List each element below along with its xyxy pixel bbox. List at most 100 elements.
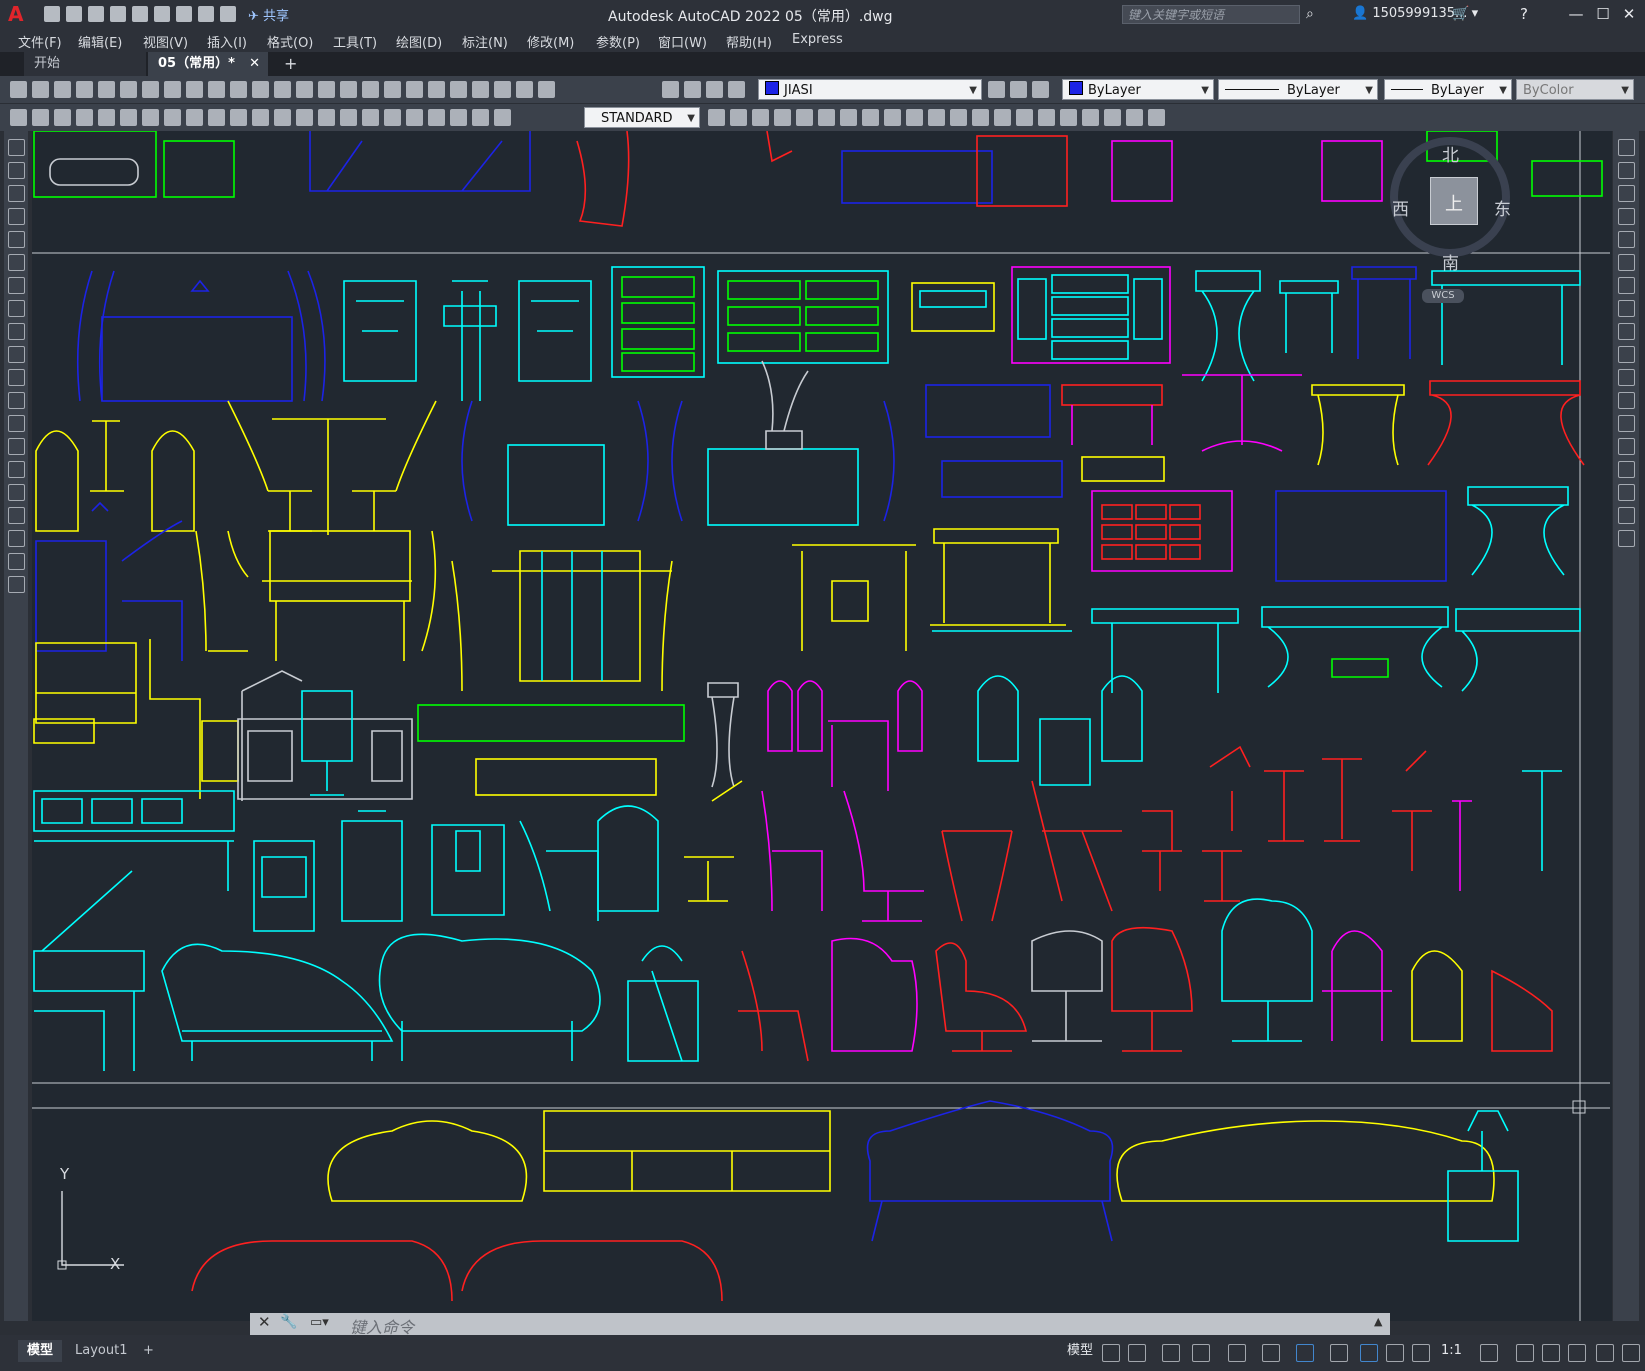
menu-help[interactable]: 帮助(H) bbox=[726, 32, 772, 51]
move-icon[interactable] bbox=[1618, 254, 1635, 271]
layer-previous-icon[interactable] bbox=[1010, 81, 1027, 98]
maximize-button[interactable]: ☐ bbox=[1592, 4, 1614, 24]
circle-icon[interactable] bbox=[8, 277, 25, 294]
bulb-icon[interactable] bbox=[684, 81, 701, 98]
continue-icon[interactable] bbox=[296, 109, 313, 126]
polygon-icon[interactable] bbox=[8, 208, 25, 225]
extend-icon[interactable] bbox=[1618, 369, 1635, 386]
isodraft-icon[interactable] bbox=[1228, 1344, 1246, 1362]
revision-cloud-icon[interactable] bbox=[8, 300, 25, 317]
sheet-set-icon[interactable] bbox=[472, 81, 489, 98]
command-line[interactable]: ✕ 🔧 ▭▾ 键入命令 ▲ bbox=[250, 1313, 1390, 1337]
new-file-icon[interactable] bbox=[44, 6, 60, 22]
menu-express[interactable]: Express bbox=[792, 32, 843, 47]
copy-icon[interactable] bbox=[1618, 162, 1635, 179]
annotation-scale-icon[interactable] bbox=[1412, 1344, 1430, 1362]
linear-dim-icon[interactable] bbox=[76, 109, 93, 126]
menu-view[interactable]: 视图(V) bbox=[143, 32, 188, 51]
zoom-window-icon[interactable] bbox=[362, 81, 379, 98]
plot-icon[interactable] bbox=[176, 6, 192, 22]
osnap-icon[interactable] bbox=[1296, 1344, 1314, 1362]
plus-icon[interactable] bbox=[1516, 1344, 1534, 1362]
ucs-x-icon[interactable] bbox=[928, 109, 945, 126]
inspect-icon[interactable] bbox=[406, 109, 423, 126]
menu-edit[interactable]: 编辑(E) bbox=[78, 32, 122, 51]
undo-icon[interactable] bbox=[274, 81, 291, 98]
open-icon[interactable] bbox=[32, 81, 49, 98]
mirror-icon[interactable] bbox=[1618, 185, 1635, 202]
view-icon[interactable] bbox=[1104, 109, 1121, 126]
ellipse-arc-icon[interactable] bbox=[8, 369, 25, 386]
redo-icon[interactable] bbox=[220, 6, 236, 22]
ucs-y-icon[interactable] bbox=[950, 109, 967, 126]
gradient-icon[interactable] bbox=[8, 484, 25, 501]
cart-icon[interactable]: 🛒 bbox=[1452, 6, 1469, 22]
layer-dropdown[interactable]: JIASI ▼ bbox=[758, 79, 982, 100]
aligned-dim-icon[interactable] bbox=[98, 109, 115, 126]
drawing-canvas[interactable]: 上 北 南 西 东 WCS Y X bbox=[32, 131, 1612, 1321]
explode-icon[interactable] bbox=[1618, 530, 1635, 547]
menu-window[interactable]: 窗口(W) bbox=[658, 32, 707, 51]
make-block-icon[interactable] bbox=[8, 415, 25, 432]
center-mark-icon[interactable] bbox=[384, 109, 401, 126]
ucs-icon[interactable] bbox=[730, 109, 747, 126]
break-icon[interactable] bbox=[340, 109, 357, 126]
break-point-icon[interactable] bbox=[1618, 392, 1635, 409]
publish-icon[interactable] bbox=[120, 81, 137, 98]
minimize-button[interactable]: — bbox=[1565, 4, 1587, 24]
ucs-world-icon[interactable] bbox=[752, 109, 769, 126]
save-icon[interactable] bbox=[54, 81, 71, 98]
save-icon[interactable] bbox=[88, 6, 104, 22]
cut-icon[interactable] bbox=[164, 81, 181, 98]
undo-icon[interactable] bbox=[198, 6, 214, 22]
ucs-view-icon[interactable] bbox=[840, 109, 857, 126]
units-icon[interactable] bbox=[1542, 1344, 1560, 1362]
customize-menu-icon[interactable] bbox=[1622, 1344, 1640, 1362]
zoom-previous-icon[interactable] bbox=[384, 81, 401, 98]
snap-icon[interactable] bbox=[1128, 1344, 1146, 1362]
break-icon[interactable] bbox=[1618, 415, 1635, 432]
menu-parametric[interactable]: 参数(P) bbox=[596, 32, 640, 51]
globe-icon[interactable] bbox=[142, 81, 159, 98]
viewcube-west[interactable]: 西 bbox=[1392, 195, 1409, 220]
tab-layout1[interactable]: Layout1 bbox=[66, 1340, 136, 1362]
menu-draw[interactable]: 绘图(D) bbox=[396, 32, 442, 51]
jogged-icon[interactable] bbox=[186, 109, 203, 126]
menu-modify[interactable]: 修改(M) bbox=[527, 32, 574, 51]
plotstyle-dropdown[interactable]: ByColor ▼ bbox=[1516, 79, 1634, 100]
join-icon[interactable] bbox=[1618, 438, 1635, 455]
view-icon[interactable] bbox=[1016, 109, 1033, 126]
space-icon[interactable] bbox=[318, 109, 335, 126]
region-icon[interactable] bbox=[8, 507, 25, 524]
arc-length-icon[interactable] bbox=[120, 109, 137, 126]
markup-icon[interactable] bbox=[494, 81, 511, 98]
open-web-icon[interactable] bbox=[132, 6, 148, 22]
ucs-3point-icon[interactable] bbox=[906, 109, 923, 126]
menu-format[interactable]: 格式(O) bbox=[267, 32, 313, 51]
dimstyle-dropdown[interactable]: STANDARD ▼ bbox=[584, 107, 700, 128]
properties-icon[interactable] bbox=[406, 81, 423, 98]
tolerance-icon[interactable] bbox=[362, 109, 379, 126]
search-input[interactable]: 键入关键字或短语 bbox=[1122, 5, 1300, 24]
arc-icon[interactable] bbox=[8, 254, 25, 271]
copy-icon[interactable] bbox=[186, 81, 203, 98]
layer-properties-icon[interactable] bbox=[662, 81, 679, 98]
view-icon[interactable] bbox=[1038, 109, 1055, 126]
dim-icon[interactable] bbox=[10, 109, 27, 126]
dim-text-edit-icon[interactable] bbox=[472, 109, 489, 126]
fullscreen-icon[interactable] bbox=[1596, 1344, 1614, 1362]
save-web-icon[interactable] bbox=[154, 6, 170, 22]
dim-update-icon[interactable] bbox=[494, 109, 511, 126]
help-icon[interactable]: ? bbox=[1520, 5, 1528, 23]
share-button[interactable]: ✈ 共享 bbox=[248, 5, 289, 24]
diameter-icon[interactable] bbox=[208, 109, 225, 126]
offset-icon[interactable] bbox=[1618, 208, 1635, 225]
ucs-previous-icon[interactable] bbox=[774, 109, 791, 126]
paste-icon[interactable] bbox=[208, 81, 225, 98]
hatch-icon[interactable] bbox=[8, 461, 25, 478]
tab-close-icon[interactable]: ✕ bbox=[249, 52, 260, 76]
tab-drawing[interactable]: 05（常用）* ✕ bbox=[148, 52, 268, 76]
command-expand-icon[interactable]: ▲ bbox=[1374, 1315, 1382, 1328]
tab-model[interactable]: 模型 bbox=[18, 1340, 63, 1362]
new-icon[interactable] bbox=[10, 81, 27, 98]
